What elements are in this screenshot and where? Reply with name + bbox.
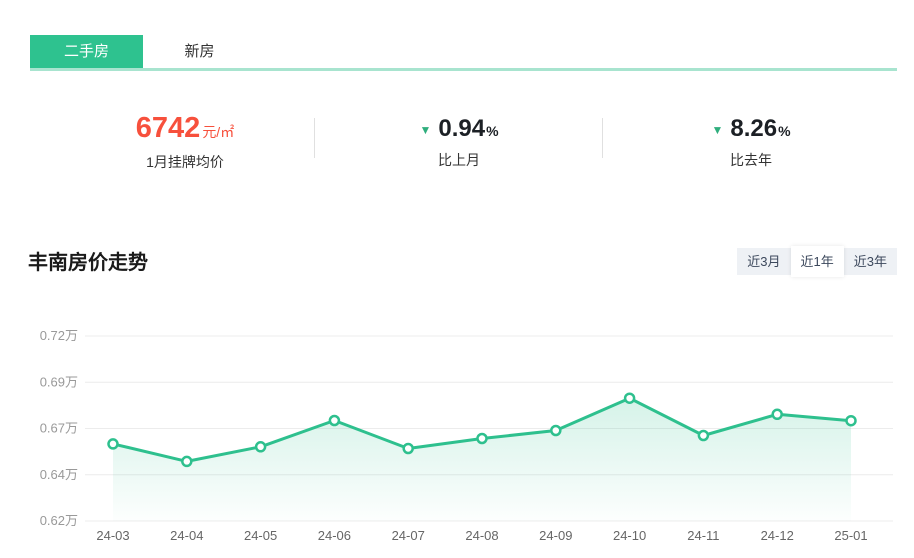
x-tick-label: 24-09	[539, 528, 572, 543]
data-point[interactable]	[699, 431, 708, 440]
data-point[interactable]	[478, 434, 487, 443]
x-tick-label: 24-12	[761, 528, 794, 543]
triangle-down-icon: ▼	[419, 123, 431, 137]
x-tick-label: 24-08	[465, 528, 498, 543]
data-point[interactable]	[404, 444, 413, 453]
data-point[interactable]	[773, 410, 782, 419]
y-tick-label: 0.64万	[40, 467, 78, 482]
price-trend-line-chart: 0.72万 0.69万 0.67万 0.64万 0.62万 24-03 24-04 24-05…	[0, 325, 914, 558]
data-point[interactable]	[256, 442, 265, 451]
price-value: 6742	[136, 112, 201, 145]
yoy-main: ▼ 8.26 %	[711, 115, 790, 143]
x-tick-label: 24-05	[244, 528, 277, 543]
x-tick-label: 24-07	[392, 528, 425, 543]
yoy-unit: %	[778, 123, 790, 139]
mom-unit: %	[486, 123, 498, 139]
trend-area	[113, 398, 851, 521]
data-point[interactable]	[182, 457, 191, 466]
page: 二手房 新房 6742 元/㎡ 1月挂牌均价 ▼ 0.94 % 比上月 ▼ 8.…	[0, 0, 914, 558]
x-tick-label: 24-06	[318, 528, 351, 543]
tab-underline	[30, 68, 897, 71]
chart-title: 丰南房价走势	[28, 246, 148, 275]
tab-secondhand-house[interactable]: 二手房	[30, 35, 143, 68]
stats-row: 6742 元/㎡ 1月挂牌均价 ▼ 0.94 % 比上月 ▼ 8.26 % 比去…	[0, 100, 914, 180]
data-point[interactable]	[109, 439, 118, 448]
y-tick-label: 0.62万	[40, 513, 78, 528]
data-point[interactable]	[551, 426, 560, 435]
x-tick-label: 24-03	[96, 528, 129, 543]
x-tick-label: 24-11	[687, 528, 719, 543]
tab-new-house[interactable]: 新房	[143, 35, 256, 68]
x-tick-label: 24-10	[613, 528, 646, 543]
data-point[interactable]	[625, 394, 634, 403]
y-tick-label: 0.67万	[40, 421, 78, 436]
y-tick-label: 0.72万	[40, 328, 78, 343]
range-switcher: 近3月 近1年 近3年	[737, 248, 897, 275]
mom-main: ▼ 0.94 %	[419, 115, 498, 143]
price-unit: 元/㎡	[202, 122, 234, 142]
stat-listing-price: 6742 元/㎡ 1月挂牌均价	[0, 100, 315, 180]
mom-label: 比上月	[438, 150, 480, 170]
price-main: 6742 元/㎡	[136, 112, 234, 145]
y-tick-label: 0.69万	[40, 374, 78, 389]
range-button-3years[interactable]: 近3年	[844, 248, 897, 275]
range-button-1year[interactable]: 近1年	[791, 246, 844, 277]
data-point[interactable]	[330, 416, 339, 425]
mom-value: 0.94	[438, 115, 485, 143]
triangle-down-icon: ▼	[711, 123, 723, 137]
stat-year-over-year: ▼ 8.26 % 比去年	[603, 100, 914, 180]
price-label: 1月挂牌均价	[146, 152, 224, 172]
stat-month-over-month: ▼ 0.94 % 比上月	[315, 100, 603, 180]
tab-bar: 二手房 新房	[30, 35, 256, 68]
yoy-value: 8.26	[730, 115, 777, 143]
data-point[interactable]	[847, 416, 856, 425]
range-button-3months[interactable]: 近3月	[737, 248, 790, 275]
yoy-label: 比去年	[730, 150, 772, 170]
x-tick-label: 25-01	[834, 528, 867, 543]
x-tick-label: 24-04	[170, 528, 203, 543]
